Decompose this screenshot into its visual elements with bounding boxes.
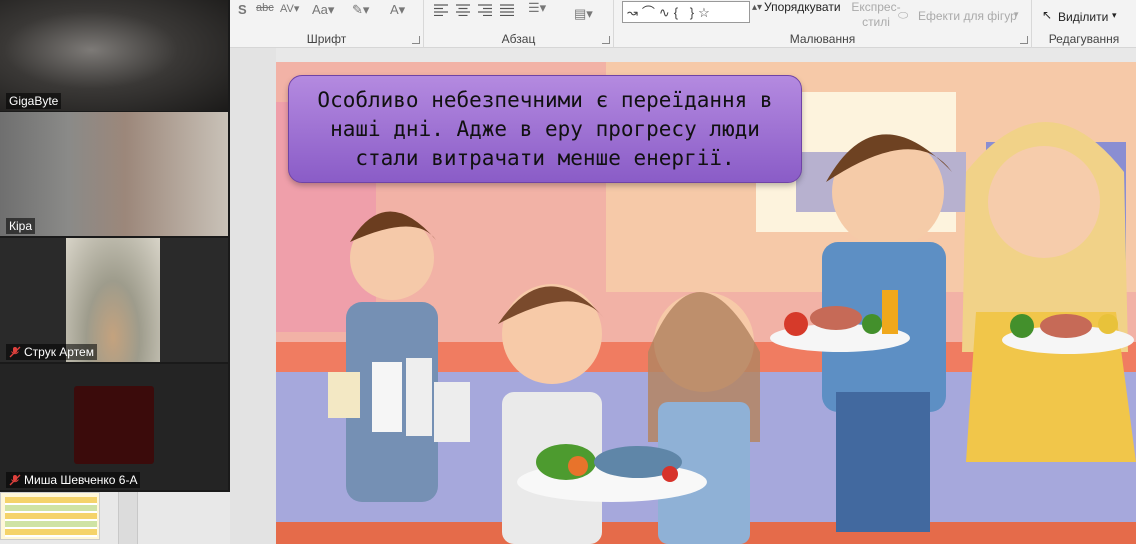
editing-group: ↖ Виділити ▾ Редагування — [1032, 0, 1136, 48]
shadow-text-icon[interactable]: S — [238, 2, 247, 17]
slide-canvas[interactable]: Особливо небезпечними є переїдання в наш… — [276, 62, 1136, 544]
participant-tile[interactable]: GigaByte — [0, 0, 228, 111]
drawing-launcher-icon[interactable] — [1020, 36, 1028, 44]
select-dropdown-icon[interactable]: ▾ — [1112, 10, 1117, 21]
align-left-icon[interactable] — [434, 4, 448, 16]
participants-panel: GigaByte Кіра Струк Артем Миша Шевченко … — [0, 0, 230, 492]
participant-avatar — [74, 386, 154, 464]
drawing-group: ↝⌒∿{ }☆ ▴▾ Упорядкувати Експрес- стилі ⬭… — [614, 0, 1032, 48]
font-color-icon[interactable]: A▾ — [390, 2, 405, 18]
character-spacing-icon[interactable]: AV▾ — [280, 2, 299, 15]
ribbon: S abc AV▾ Aa▾ ✎▾ A▾ Шрифт ☰▾ ▤▾ Абзац ↝⌒… — [230, 0, 1136, 48]
scroll-gutter[interactable] — [118, 492, 138, 544]
paragraph-launcher-icon[interactable] — [602, 36, 610, 44]
shape-effects-button[interactable]: Ефекти для фігур — [918, 9, 1017, 23]
paragraph-group: ☰▾ ▤▾ Абзац — [424, 0, 614, 48]
slide-pane-margin — [230, 48, 276, 544]
shapes-gallery-more-icon[interactable]: ▴▾ — [752, 2, 762, 13]
editing-group-label: Редагування — [1048, 32, 1120, 46]
thumbnail-table — [5, 497, 97, 537]
select-button[interactable]: Виділити — [1058, 10, 1108, 24]
change-case-icon[interactable]: Aa▾ — [312, 2, 334, 18]
align-center-icon[interactable] — [456, 4, 470, 16]
strikethrough-icon[interactable]: abc — [256, 2, 274, 14]
align-right-icon[interactable] — [478, 4, 492, 16]
arrange-button[interactable]: Упорядкувати — [764, 0, 841, 14]
slide-caption-box[interactable]: Особливо небезпечними є переїдання в наш… — [288, 75, 802, 183]
slide-thumbnail[interactable] — [0, 492, 100, 540]
participant-name: Кіра — [6, 218, 36, 234]
font-launcher-icon[interactable] — [412, 36, 420, 44]
shape-effects-dropdown-icon[interactable]: ▾ — [1014, 9, 1019, 20]
justify-icon[interactable] — [500, 4, 514, 16]
shape-effects-icon[interactable]: ⬭ — [898, 8, 908, 23]
select-cursor-icon[interactable]: ↖ — [1042, 8, 1052, 22]
participant-name: Струк Артем — [6, 344, 97, 360]
participant-name: Миша Шевченко 6-А — [6, 472, 141, 488]
font-group: S abc AV▾ Aa▾ ✎▾ A▾ Шрифт — [230, 0, 424, 48]
highlight-icon[interactable]: ✎▾ — [352, 2, 369, 18]
participant-tile[interactable]: Миша Шевченко 6-А — [0, 364, 228, 490]
columns-icon[interactable]: ☰▾ — [528, 0, 546, 16]
participant-name: GigaByte — [6, 93, 62, 109]
participant-tile[interactable]: Струк Артем — [0, 238, 228, 362]
shapes-gallery[interactable]: ↝⌒∿{ }☆ — [622, 1, 750, 23]
participant-tile[interactable]: Кіра — [0, 112, 228, 236]
drawing-group-label: Малювання — [789, 32, 856, 46]
express-styles-button[interactable]: Експрес- стилі — [846, 0, 906, 30]
paragraph-group-label: Абзац — [501, 32, 536, 46]
mic-muted-icon — [9, 474, 21, 486]
font-group-label: Шрифт — [306, 32, 347, 46]
slide-caption-text: Особливо небезпечними є переїдання в наш… — [317, 87, 773, 170]
mic-muted-icon — [9, 346, 21, 358]
smartart-icon[interactable]: ▤▾ — [574, 6, 593, 22]
